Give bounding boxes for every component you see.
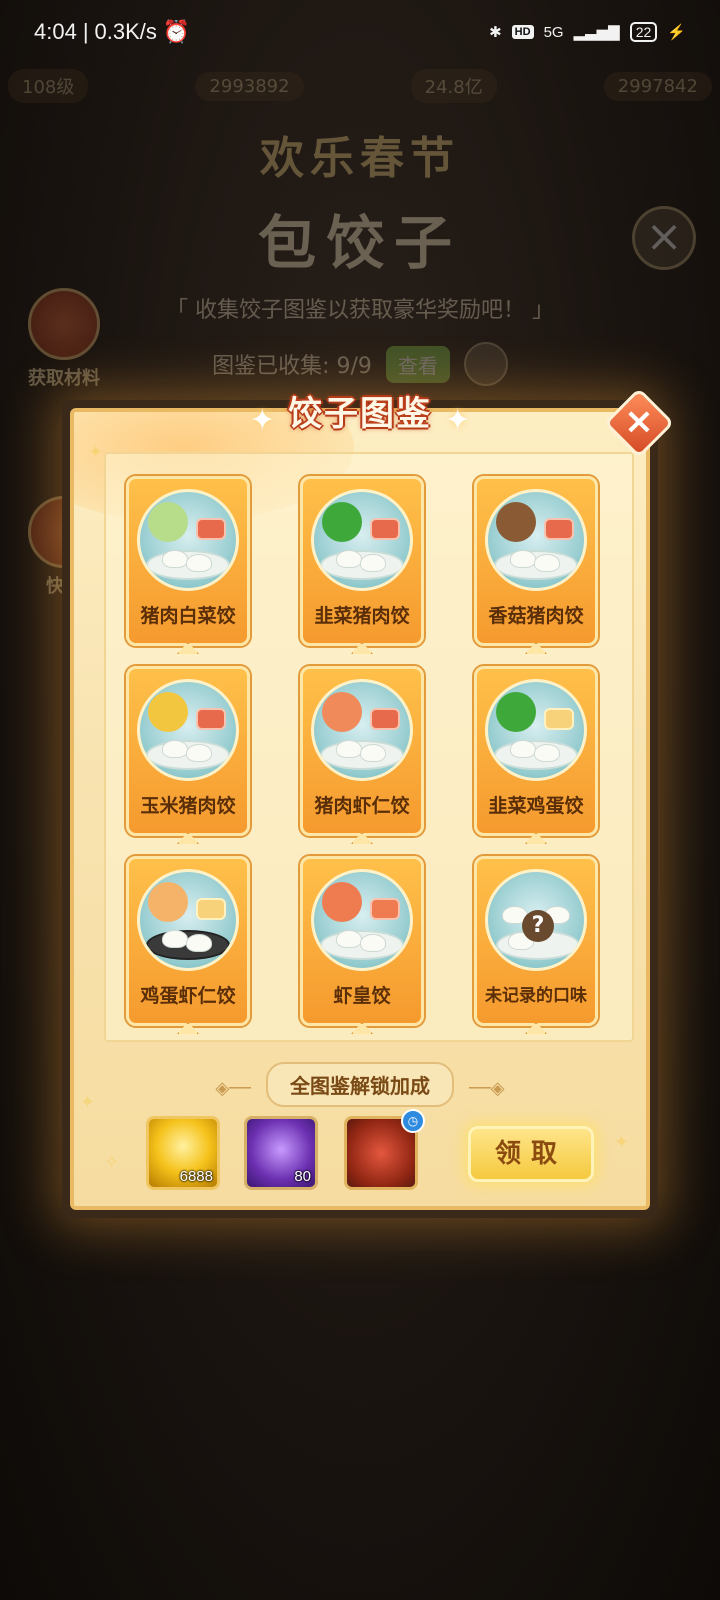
- dumpling-card[interactable]: 香菇猪肉饺: [474, 476, 598, 654]
- dumpling-card[interactable]: 猪肉白菜饺: [126, 476, 250, 654]
- dumpling-card[interactable]: 韭菜猪肉饺: [300, 476, 424, 654]
- alarm-icon: ⏰: [162, 19, 191, 44]
- view-button[interactable]: 查看: [385, 345, 450, 383]
- sparkle-icon: ✦: [88, 442, 104, 463]
- dumpling-card[interactable]: 鸡蛋虾仁饺: [126, 856, 250, 1034]
- ornament-right-icon: ──◈: [469, 1078, 505, 1099]
- sparkle-icon: ✧: [104, 1152, 120, 1173]
- hd-badge: HD: [511, 25, 534, 39]
- reward-quantity: 80: [294, 1168, 311, 1185]
- shrimp-king-dumpling-image: [311, 869, 413, 971]
- dumpling-name: 猪肉虾仁饺: [314, 795, 410, 817]
- ornament-left-icon: ◈──: [215, 1078, 251, 1099]
- get-materials-button[interactable]: 获取材料: [24, 288, 104, 390]
- dumpling-card[interactable]: 猪肉虾仁饺: [300, 666, 424, 844]
- dumpling-name: 鸡蛋虾仁饺: [140, 985, 236, 1007]
- dumpling-card[interactable]: 韭菜鸡蛋饺: [474, 666, 598, 844]
- dumpling-collection-modal: ✦ ✦ ✧ ✦ 猪肉白菜饺 韭菜猪肉饺 香菇猪肉饺 玉米猪肉饺 猪肉虾仁饺 韭菜…: [62, 387, 675, 1218]
- timer-icon: ◷: [401, 1109, 425, 1133]
- chevron-up-icon: [525, 642, 547, 654]
- chevron-up-icon: [177, 832, 199, 844]
- chive-pork-dumpling-image: [311, 489, 413, 591]
- signal-icon: ▂▃▅▇: [573, 24, 620, 41]
- chevron-up-icon: [351, 642, 373, 654]
- dumpling-name: 韭菜猪肉饺: [314, 605, 410, 627]
- mushroom-pork-dumpling-image: [485, 489, 587, 591]
- chive-egg-dumpling-image: [485, 679, 587, 781]
- corn-pork-dumpling-image: [137, 679, 239, 781]
- resource-bar: 108级 2993892 24.8亿 2997842: [8, 66, 712, 106]
- background-close-icon[interactable]: ×: [632, 206, 696, 270]
- chevron-up-icon: [177, 642, 199, 654]
- chevron-up-icon: [525, 1022, 547, 1034]
- chevron-up-icon: [351, 1022, 373, 1034]
- status-bar: 4:04 | 0.3K/s ⏰ ✱ HD 5G ▂▃▅▇ 22 ⚡: [34, 19, 686, 44]
- pork-cabbage-dumpling-image: [137, 489, 239, 591]
- dumpling-card[interactable]: 虾皇饺: [300, 856, 424, 1034]
- reward-quantity: 6888: [179, 1168, 213, 1185]
- dumpling-card[interactable]: ? 未记录的口味: [474, 856, 598, 1034]
- egg-shrimp-dumpling-image: [137, 869, 239, 971]
- resource-3: 2997842: [603, 71, 712, 101]
- dumpling-bag-icon: [28, 288, 100, 360]
- bluetooth-icon: ✱: [489, 24, 502, 41]
- event-title: 欢乐春节: [260, 133, 460, 184]
- gold-ingot-icon[interactable]: 6888: [146, 1116, 220, 1190]
- chevron-up-icon: [525, 832, 547, 844]
- helper-bot-icon[interactable]: [463, 342, 508, 386]
- dumpling-name: 猪肉白菜饺: [140, 605, 236, 627]
- resource-1: 2993892: [195, 71, 304, 101]
- collected-row: 图鉴已收集: 9/9 查看: [0, 342, 720, 386]
- clock-time: 4:04: [34, 19, 77, 44]
- modal-body: ✦ ✦ ✧ ✦ 猪肉白菜饺 韭菜猪肉饺 香菇猪肉饺 玉米猪肉饺 猪肉虾仁饺 韭菜…: [70, 408, 650, 1210]
- full-unlock-bonus-title: 全图鉴解锁加成: [266, 1062, 454, 1107]
- player-level: 108级: [8, 69, 89, 103]
- question-mark-icon: ?: [522, 910, 554, 942]
- modal-title: 饺子图鉴: [288, 394, 432, 434]
- chevron-up-icon: [177, 1022, 199, 1034]
- slogan-text: 收集饺子图鉴以获取豪华奖励吧！: [194, 298, 525, 323]
- charging-icon: ⚡: [667, 24, 686, 41]
- resource-2: 24.8亿: [410, 69, 497, 103]
- pork-shrimp-dumpling-image: [311, 679, 413, 781]
- dumpling-name: 玉米猪肉饺: [140, 795, 236, 817]
- purple-avatar-frame-icon[interactable]: 80: [244, 1116, 318, 1190]
- dumpling-name: 虾皇饺: [333, 985, 391, 1007]
- dumpling-name: 香菇猪肉饺: [488, 605, 584, 627]
- sparkle-icon: ✦: [445, 403, 471, 438]
- dumpling-card[interactable]: 玉米猪肉饺: [126, 666, 250, 844]
- network-speed: 0.3K/s: [94, 19, 157, 44]
- sparkle-icon: ✦: [249, 403, 275, 438]
- dumpling-name: 未记录的口味: [485, 986, 587, 1006]
- dumpling-name: 韭菜鸡蛋饺: [488, 795, 584, 817]
- sparkle-icon: ✦: [614, 1132, 630, 1153]
- battery-level: 22: [629, 22, 658, 42]
- game-title: 包饺子: [257, 209, 462, 277]
- collected-label: 图鉴已收集: 9/9: [212, 354, 372, 379]
- unknown-flavor-dumpling-image: ?: [485, 869, 587, 971]
- dumpling-grid: 猪肉白菜饺 韭菜猪肉饺 香菇猪肉饺 玉米猪肉饺 猪肉虾仁饺 韭菜鸡蛋饺 鸡蛋虾仁…: [104, 452, 634, 1042]
- claim-button[interactable]: 领取: [468, 1126, 594, 1182]
- red-chest-icon[interactable]: ◷: [344, 1109, 425, 1190]
- network-type: 5G: [543, 23, 564, 41]
- chevron-up-icon: [351, 832, 373, 844]
